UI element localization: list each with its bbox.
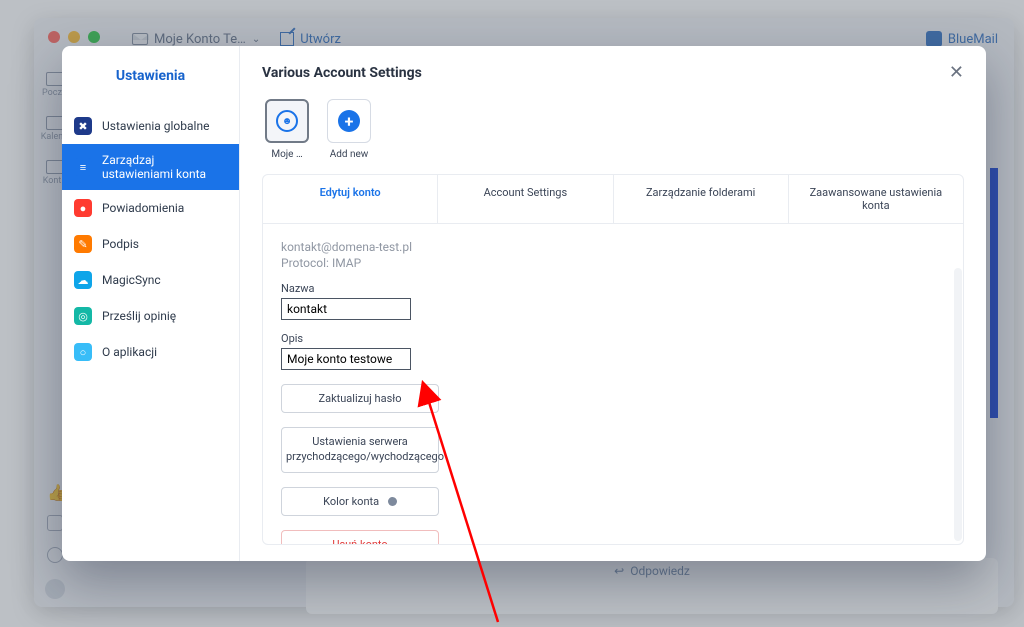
settings-sidebar-title: Ustawienia — [62, 46, 239, 108]
tab-advanced[interactable]: Zaawansowane ustawienia konta — [789, 175, 963, 223]
account-chip-label: Moje … — [271, 149, 302, 160]
sidebar-item-label: Podpis — [102, 237, 139, 251]
tab-edit-account[interactable]: Edytuj konto — [263, 175, 438, 223]
account-chip-label: Add new — [330, 149, 369, 160]
name-label: Nazwa — [281, 282, 945, 295]
sidebar-item-label: MagicSync — [102, 273, 161, 287]
settings-content: Various Account Settings ✕ ☻ Moje … + Ad… — [240, 46, 986, 561]
account-email: kontakt@domena-test.pl — [281, 240, 945, 254]
cloud-sync-icon: ☁ — [74, 271, 92, 289]
edit-account-body: kontakt@domena-test.pl Protocol: IMAP Na… — [263, 224, 963, 544]
account-panel: Edytuj konto Account Settings Zarządzani… — [262, 174, 964, 545]
color-swatch-icon — [388, 497, 397, 506]
close-icon[interactable]: ✕ — [949, 62, 964, 83]
account-protocol: Protocol: IMAP — [281, 256, 945, 270]
sidebar-item-signature[interactable]: ✎ Podpis — [62, 226, 239, 262]
content-title: Various Account Settings — [262, 65, 422, 81]
desc-input[interactable] — [281, 348, 411, 370]
settings-sidebar: Ustawienia ✖ Ustawienia globalne ≡ Zarzą… — [62, 46, 240, 561]
bell-icon: ● — [74, 199, 92, 217]
info-icon: ○ — [74, 343, 92, 361]
account-color-label: Kolor konta — [323, 495, 379, 508]
sidebar-item-notifications[interactable]: ● Powiadomienia — [62, 190, 239, 226]
sidebar-item-account[interactable]: ≡ Zarządzaj ustawieniami konta — [62, 144, 239, 190]
delete-account-button[interactable]: Usuń konto — [281, 530, 439, 544]
account-avatar-icon: ☻ — [276, 110, 298, 132]
account-color-button[interactable]: Kolor konta — [281, 487, 439, 516]
account-chips: ☻ Moje … + Add new — [240, 93, 986, 174]
sidebar-item-global[interactable]: ✖ Ustawienia globalne — [62, 108, 239, 144]
sidebar-item-label: Ustawienia globalne — [102, 119, 209, 133]
tab-account-settings[interactable]: Account Settings — [438, 175, 613, 223]
sidebar-item-magicsync[interactable]: ☁ MagicSync — [62, 262, 239, 298]
sidebar-item-label: Zarządzaj ustawieniami konta — [102, 153, 227, 181]
sidebar-item-feedback[interactable]: ◎ Prześlij opinię — [62, 298, 239, 334]
name-input[interactable] — [281, 298, 411, 320]
pencil-icon: ✎ — [74, 235, 92, 253]
update-password-button[interactable]: Zaktualizuj hasło — [281, 384, 439, 413]
account-tabs: Edytuj konto Account Settings Zarządzani… — [263, 175, 963, 224]
plus-icon: + — [338, 110, 360, 132]
sidebar-item-label: O aplikacji — [102, 345, 157, 359]
account-chip-selected[interactable]: ☻ Moje … — [262, 99, 312, 160]
megaphone-icon: ◎ — [74, 307, 92, 325]
account-chip-add[interactable]: + Add new — [324, 99, 374, 160]
sidebar-item-label: Prześlij opinię — [102, 309, 176, 323]
tab-folders[interactable]: Zarządzanie folderami — [614, 175, 789, 223]
server-settings-button[interactable]: Ustawienia serwera przychodzącego/wychod… — [281, 427, 439, 473]
sidebar-item-label: Powiadomienia — [102, 201, 184, 215]
settings-modal: Ustawienia ✖ Ustawienia globalne ≡ Zarzą… — [62, 46, 986, 561]
settings-sidebar-list: ✖ Ustawienia globalne ≡ Zarządzaj ustawi… — [62, 108, 239, 370]
stack-icon: ≡ — [74, 158, 92, 176]
sidebar-item-about[interactable]: ○ O aplikacji — [62, 334, 239, 370]
panel-scrollbar[interactable] — [954, 268, 962, 541]
wrench-icon: ✖ — [74, 117, 92, 135]
desc-label: Opis — [281, 332, 945, 345]
